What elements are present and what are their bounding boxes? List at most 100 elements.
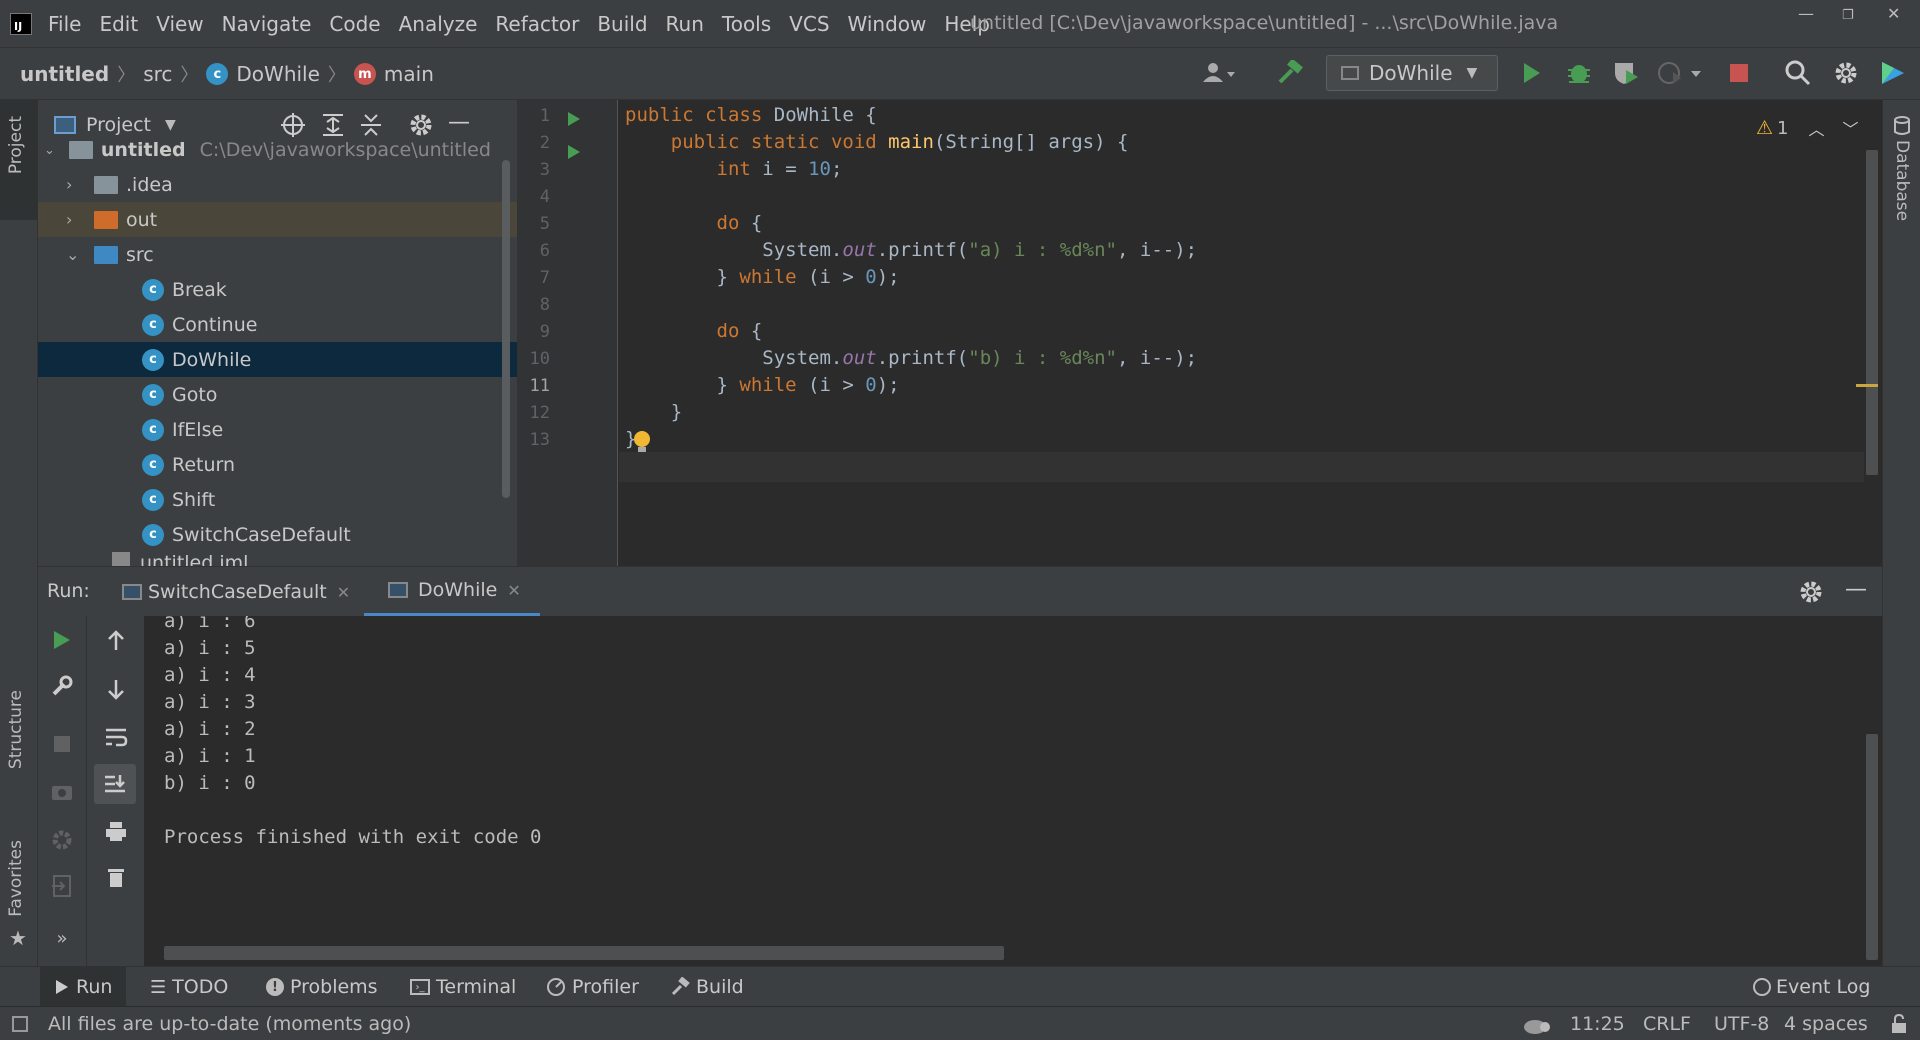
editor-scrollbar[interactable] — [1866, 150, 1878, 475]
toolwindow-problems[interactable]: ! Problems — [266, 967, 378, 1007]
expand-all-icon[interactable] — [320, 112, 346, 138]
print-icon[interactable] — [87, 820, 144, 842]
tree-item-shift[interactable]: c Shift — [38, 482, 517, 517]
code-line[interactable]: } while (i > 0); — [625, 374, 900, 396]
locate-target-icon[interactable] — [280, 112, 306, 138]
menu-window[interactable]: Window — [848, 12, 927, 36]
run-gutter-icon[interactable] — [566, 143, 582, 161]
menu-build[interactable]: Build — [597, 12, 647, 36]
warning-stripe-mark[interactable] — [1856, 384, 1878, 387]
console-vertical-scrollbar[interactable] — [1866, 734, 1878, 960]
menu-file[interactable]: File — [48, 12, 81, 36]
run-settings-gear-icon[interactable] — [1798, 579, 1824, 605]
hide-panel-icon[interactable]: — — [448, 110, 470, 135]
toolwindow-terminal[interactable]: ›_ Terminal — [410, 967, 516, 1007]
inspection-widget[interactable]: ⚠ 1 ︿ ﹀ — [1756, 116, 1859, 140]
tree-item-src[interactable]: ⌄ src — [38, 237, 517, 272]
menu-vcs[interactable]: VCS — [789, 12, 829, 36]
menu-analyze[interactable]: Analyze — [399, 12, 478, 36]
exit-icon[interactable] — [38, 874, 86, 898]
tree-item-ifelse[interactable]: c IfElse — [38, 412, 517, 447]
settings-gear-icon[interactable] — [1833, 60, 1859, 86]
intention-bulb-icon[interactable] — [632, 430, 652, 454]
exclude-gear-icon[interactable] — [38, 828, 86, 852]
run-icon[interactable] — [1520, 60, 1544, 86]
line-separator[interactable]: CRLF — [1643, 1013, 1691, 1035]
toggle-tool-windows-icon[interactable] — [12, 1016, 28, 1032]
code-line[interactable]: int i = 10; — [625, 158, 843, 180]
file-encoding[interactable]: UTF-8 — [1714, 1013, 1769, 1035]
project-scrollbar[interactable] — [502, 160, 510, 498]
menu-tools[interactable]: Tools — [722, 12, 771, 36]
debug-icon[interactable] — [1566, 60, 1592, 86]
database-tool-tab[interactable]: Database — [1883, 100, 1920, 230]
tree-item-break[interactable]: c Break — [38, 272, 517, 307]
run-console[interactable]: a) i : 6 a) i : 5 a) i : 4 a) i : 3 a) i : 2… — [144, 616, 1882, 966]
menu-code[interactable]: Code — [329, 12, 380, 36]
profile-icon[interactable] — [1657, 60, 1705, 86]
panel-settings-gear-icon[interactable] — [408, 112, 434, 138]
run-tab-switchcasedefault[interactable]: SwitchCaseDefault ✕ — [122, 567, 350, 617]
menu-edit[interactable]: Edit — [99, 12, 138, 36]
camera-icon[interactable] — [38, 780, 86, 802]
tree-item-idea[interactable]: › .idea — [38, 167, 517, 202]
toolwindow-profiler[interactable]: Profiler — [546, 967, 639, 1007]
code-line[interactable]: do { — [625, 212, 763, 234]
close-icon[interactable]: ✕ — [1887, 4, 1900, 23]
hide-run-panel-icon[interactable]: — — [1845, 577, 1867, 602]
run-gutter-icon[interactable] — [566, 110, 582, 128]
toolwindow-todo[interactable]: ☰ TODO — [150, 967, 228, 1007]
build-hammer-icon[interactable] — [1276, 60, 1304, 86]
cloud-settings-icon[interactable] — [1522, 1013, 1552, 1035]
structure-tool-tab[interactable]: Structure — [0, 690, 37, 810]
more-actions-icon[interactable]: » — [38, 928, 86, 949]
toolwindow-run[interactable]: Run — [40, 967, 127, 1007]
lock-icon[interactable] — [1890, 1013, 1910, 1035]
scroll-to-end-icon[interactable] — [94, 764, 136, 804]
tree-item-switchcasedefault[interactable]: c SwitchCaseDefault — [38, 517, 517, 552]
breadcrumb-class[interactable]: c DoWhile — [206, 62, 320, 86]
soft-wrap-icon[interactable] — [87, 726, 144, 748]
menu-view[interactable]: View — [156, 12, 203, 36]
menu-run[interactable]: Run — [666, 12, 704, 36]
toolwindow-build[interactable]: Build — [670, 967, 744, 1007]
restore-icon[interactable]: ❐ — [1842, 8, 1854, 23]
breadcrumb-project[interactable]: untitled — [20, 62, 109, 86]
tree-item-dowhile[interactable]: c DoWhile — [38, 342, 517, 377]
run-tab-dowhile[interactable]: DoWhile ✕ — [364, 567, 540, 617]
arrow-up-icon[interactable] — [87, 630, 144, 652]
tree-item-continue[interactable]: c Continue — [38, 307, 517, 342]
minimize-icon[interactable]: — — [1798, 4, 1814, 23]
rerun-icon[interactable] — [38, 628, 86, 652]
stop-icon[interactable] — [38, 734, 86, 754]
code-editor[interactable]: public class DoWhile { public static voi… — [518, 100, 1882, 566]
caret-position[interactable]: 11:25 — [1570, 1013, 1625, 1035]
toolbox-icon[interactable] — [1880, 60, 1906, 86]
arrow-down-icon[interactable] — [87, 678, 144, 700]
tree-root-row[interactable]: ⌄ untitled C:\Dev\javaworkspace\untitled — [38, 138, 517, 162]
next-highlight-icon[interactable]: ﹀ — [1843, 116, 1859, 140]
menu-refactor[interactable]: Refactor — [495, 12, 579, 36]
toolwindow-event-log[interactable]: Event Log — [1752, 967, 1870, 1007]
tree-item-return[interactable]: c Return — [38, 447, 517, 482]
code-line[interactable]: do { — [625, 320, 763, 342]
menu-navigate[interactable]: Navigate — [222, 12, 312, 36]
coverage-icon[interactable] — [1612, 60, 1640, 86]
search-icon[interactable] — [1785, 60, 1811, 86]
user-icon[interactable] — [1200, 60, 1236, 86]
modify-config-wrench-icon[interactable] — [38, 674, 86, 698]
status-message[interactable]: All files are up-to-date (moments ago) — [48, 1013, 411, 1035]
tree-item-iml[interactable]: untitled.iml — [38, 552, 517, 566]
code-line[interactable]: System.out.printf("b) i : %d%n", i--); — [625, 347, 1197, 369]
run-configuration-select[interactable]: DoWhile ▼ — [1326, 55, 1498, 91]
stop-icon[interactable] — [1728, 60, 1750, 86]
tree-item-out[interactable]: › out — [38, 202, 517, 237]
trash-icon[interactable] — [87, 866, 144, 888]
close-tab-icon[interactable]: ✕ — [337, 583, 350, 602]
previous-highlight-icon[interactable]: ︿ — [1809, 116, 1825, 140]
code-line[interactable]: } — [625, 401, 682, 423]
breadcrumb-method[interactable]: m main — [353, 62, 434, 86]
favorites-tool-tab[interactable]: Favorites ★ — [0, 840, 37, 960]
indent-setting[interactable]: 4 spaces — [1784, 1013, 1868, 1035]
close-tab-icon[interactable]: ✕ — [507, 581, 520, 600]
